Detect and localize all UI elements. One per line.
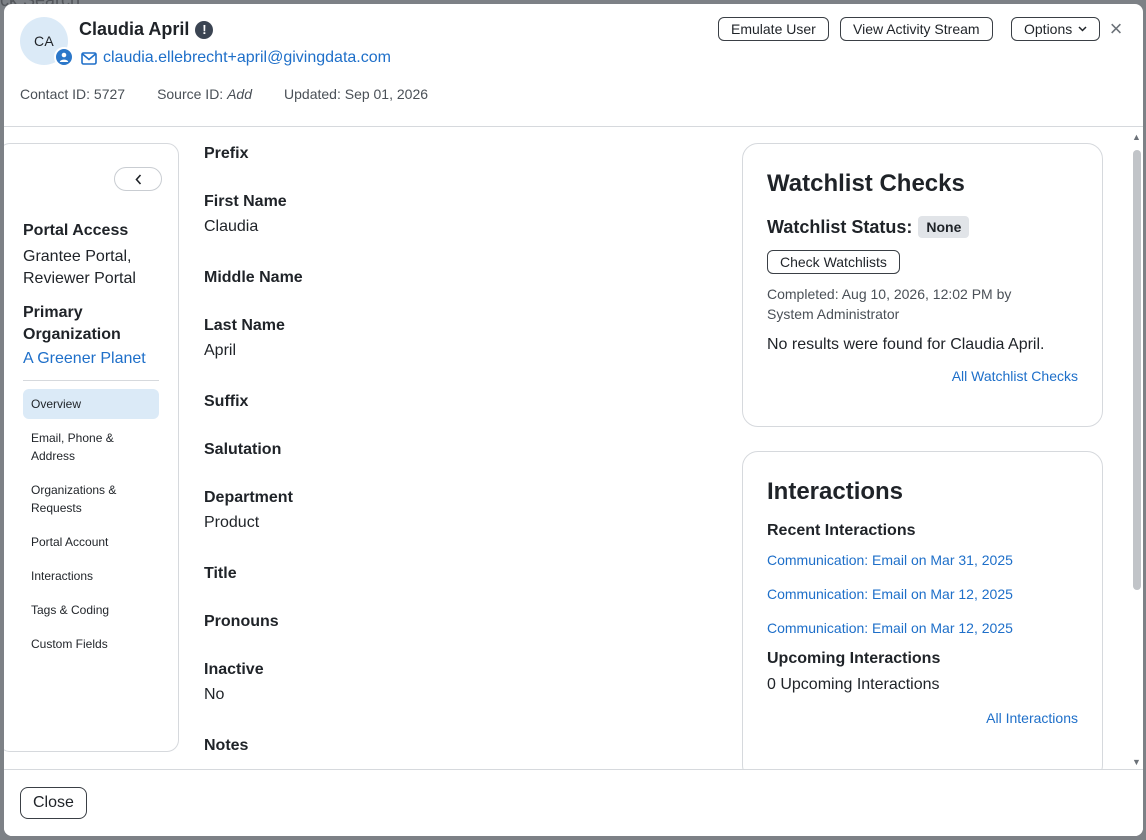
modal-footer: Close [4, 769, 1143, 836]
watchlist-completed-2: System Administrator [767, 306, 900, 322]
field-value: Claudia [204, 218, 259, 235]
check-watchlists-button[interactable]: Check Watchlists [767, 250, 900, 274]
field-label: Department [204, 489, 293, 506]
watchlist-link-row: All Watchlist Checks [767, 368, 1078, 386]
field-inactive: Inactive No [204, 659, 704, 735]
avatar-initials: CA [33, 33, 55, 49]
contact-meta: Contact ID: 5727 Source ID: Add Updated:… [20, 86, 428, 102]
chevron-left-icon [134, 173, 141, 185]
contact-name: Claudia April [79, 19, 190, 39]
field-pronouns: Pronouns [204, 611, 704, 659]
scroll-up-icon[interactable]: ▲ [1132, 132, 1141, 142]
field-label: Pronouns [204, 613, 279, 630]
upcoming-interactions-value: 0 Upcoming Interactions [767, 676, 940, 693]
field-label: Suffix [204, 393, 249, 410]
field-prefix: Prefix [204, 143, 704, 191]
interaction-link[interactable]: Communication: Email on Mar 31, 2025 [767, 552, 1078, 586]
close-button[interactable]: Close [20, 787, 87, 819]
contact-email-link[interactable]: claudia.ellebrecht+april@givingdata.com [81, 49, 391, 67]
sidebar-divider [23, 380, 159, 381]
field-label: Salutation [204, 441, 282, 458]
watchlist-status-label: Watchlist Status: [767, 216, 913, 237]
user-icon [54, 47, 74, 67]
sidebar-nav: Overview Email, Phone & Address Organiza… [23, 389, 159, 659]
scrollbar[interactable]: ▲ ▼ [1129, 128, 1143, 769]
watchlist-completed-1: Completed: Aug 10, 2026, 12:02 PM by [767, 286, 1012, 302]
sidebar: Portal Access Grantee Portal, Reviewer P… [4, 143, 179, 752]
primary-org-link[interactable]: A Greener Planet [23, 350, 146, 368]
field-label: Inactive [204, 661, 264, 678]
field-label: Last Name [204, 317, 285, 334]
field-salutation: Salutation [204, 439, 704, 487]
field-label: Prefix [204, 145, 249, 162]
contact-id: Contact ID: 5727 [20, 86, 126, 102]
field-department: Department Product [204, 487, 704, 563]
portal-access-label: Portal Access [23, 222, 129, 239]
field-label: First Name [204, 193, 287, 210]
portal-access-value-2: Reviewer Portal [23, 270, 136, 287]
nav-item-tags-coding[interactable]: Tags & Coding [23, 595, 159, 625]
watchlist-result: No results were found for Claudia April. [767, 336, 1045, 353]
field-value: Product [204, 514, 260, 531]
alert-icon[interactable]: ! [195, 20, 214, 39]
all-watchlist-checks-link[interactable]: All Watchlist Checks [952, 368, 1078, 384]
field-notes: Notes [204, 735, 704, 769]
field-last-name: Last Name April [204, 315, 704, 391]
field-first-name: First Name Claudia [204, 191, 704, 267]
collapse-sidebar-button[interactable] [114, 167, 162, 191]
options-button[interactable]: Options [1011, 17, 1101, 41]
nav-item-interactions[interactable]: Interactions [23, 561, 159, 591]
field-label: Middle Name [204, 269, 303, 286]
source-id-label: Source ID: [157, 86, 224, 102]
field-label: Title [204, 565, 237, 582]
status-badge: None [918, 216, 970, 238]
contact-fields: Prefix First Name Claudia Middle Name La… [204, 143, 704, 769]
nav-item-organizations-requests[interactable]: Organizations & Requests [23, 475, 159, 523]
check-watchlists-row: Check Watchlists [767, 250, 1078, 274]
source-id-add-link[interactable]: Add [227, 86, 252, 102]
nav-item-overview[interactable]: Overview [23, 389, 159, 419]
field-value: April [204, 342, 237, 359]
contact-name-row: Claudia April ! [79, 19, 214, 40]
updated-date: Updated: Sep 01, 2026 [284, 86, 429, 102]
field-value: No [204, 686, 225, 703]
all-interactions-link[interactable]: All Interactions [986, 710, 1078, 726]
scroll-down-icon[interactable]: ▼ [1132, 757, 1141, 767]
close-icon[interactable]: × [1105, 18, 1127, 40]
options-label: Options [1024, 21, 1073, 37]
avatar: CA [20, 17, 74, 67]
field-middle-name: Middle Name [204, 267, 704, 315]
interaction-link[interactable]: Communication: Email on Mar 12, 2025 [767, 620, 1078, 650]
source-id: Source ID: Add [157, 86, 252, 102]
field-title: Title [204, 563, 704, 611]
mail-icon [81, 51, 97, 65]
recent-interactions-label: Recent Interactions [767, 522, 916, 539]
emulate-user-button[interactable]: Emulate User [718, 17, 829, 41]
interaction-link[interactable]: Communication: Email on Mar 12, 2025 [767, 586, 1078, 620]
interactions-title: Interactions [767, 478, 904, 505]
nav-item-custom-fields[interactable]: Custom Fields [23, 629, 159, 659]
upcoming-interactions-label: Upcoming Interactions [767, 650, 941, 667]
interactions-link-row: All Interactions [767, 710, 1078, 728]
watchlist-title: Watchlist Checks [767, 170, 965, 197]
modal-body: Portal Access Grantee Portal, Reviewer P… [4, 128, 1131, 769]
scroll-thumb[interactable] [1133, 150, 1141, 590]
modal-header: CA Claudia April ! claudia.ellebrecht+ap… [4, 4, 1143, 127]
field-suffix: Suffix [204, 391, 704, 439]
primary-org-label-2: Organization [23, 326, 121, 343]
view-activity-stream-button[interactable]: View Activity Stream [840, 17, 993, 41]
nav-item-email-phone-address[interactable]: Email, Phone & Address [23, 423, 159, 471]
watchlist-status-row: Watchlist Status: None [767, 216, 1078, 238]
contact-email: claudia.ellebrecht+april@givingdata.com [103, 49, 391, 66]
nav-item-portal-account[interactable]: Portal Account [23, 527, 159, 557]
recent-interactions-list: Communication: Email on Mar 31, 2025 Com… [767, 552, 1078, 650]
portal-access-value-1: Grantee Portal, [23, 248, 132, 265]
contact-modal: CA Claudia April ! claudia.ellebrecht+ap… [4, 4, 1143, 836]
chevron-down-icon [1078, 26, 1087, 32]
primary-org-label-1: Primary [23, 304, 83, 321]
watchlist-card: Watchlist Checks Watchlist Status: None … [742, 143, 1103, 427]
interactions-card: Interactions Recent Interactions Communi… [742, 451, 1103, 769]
field-label: Notes [204, 737, 249, 754]
